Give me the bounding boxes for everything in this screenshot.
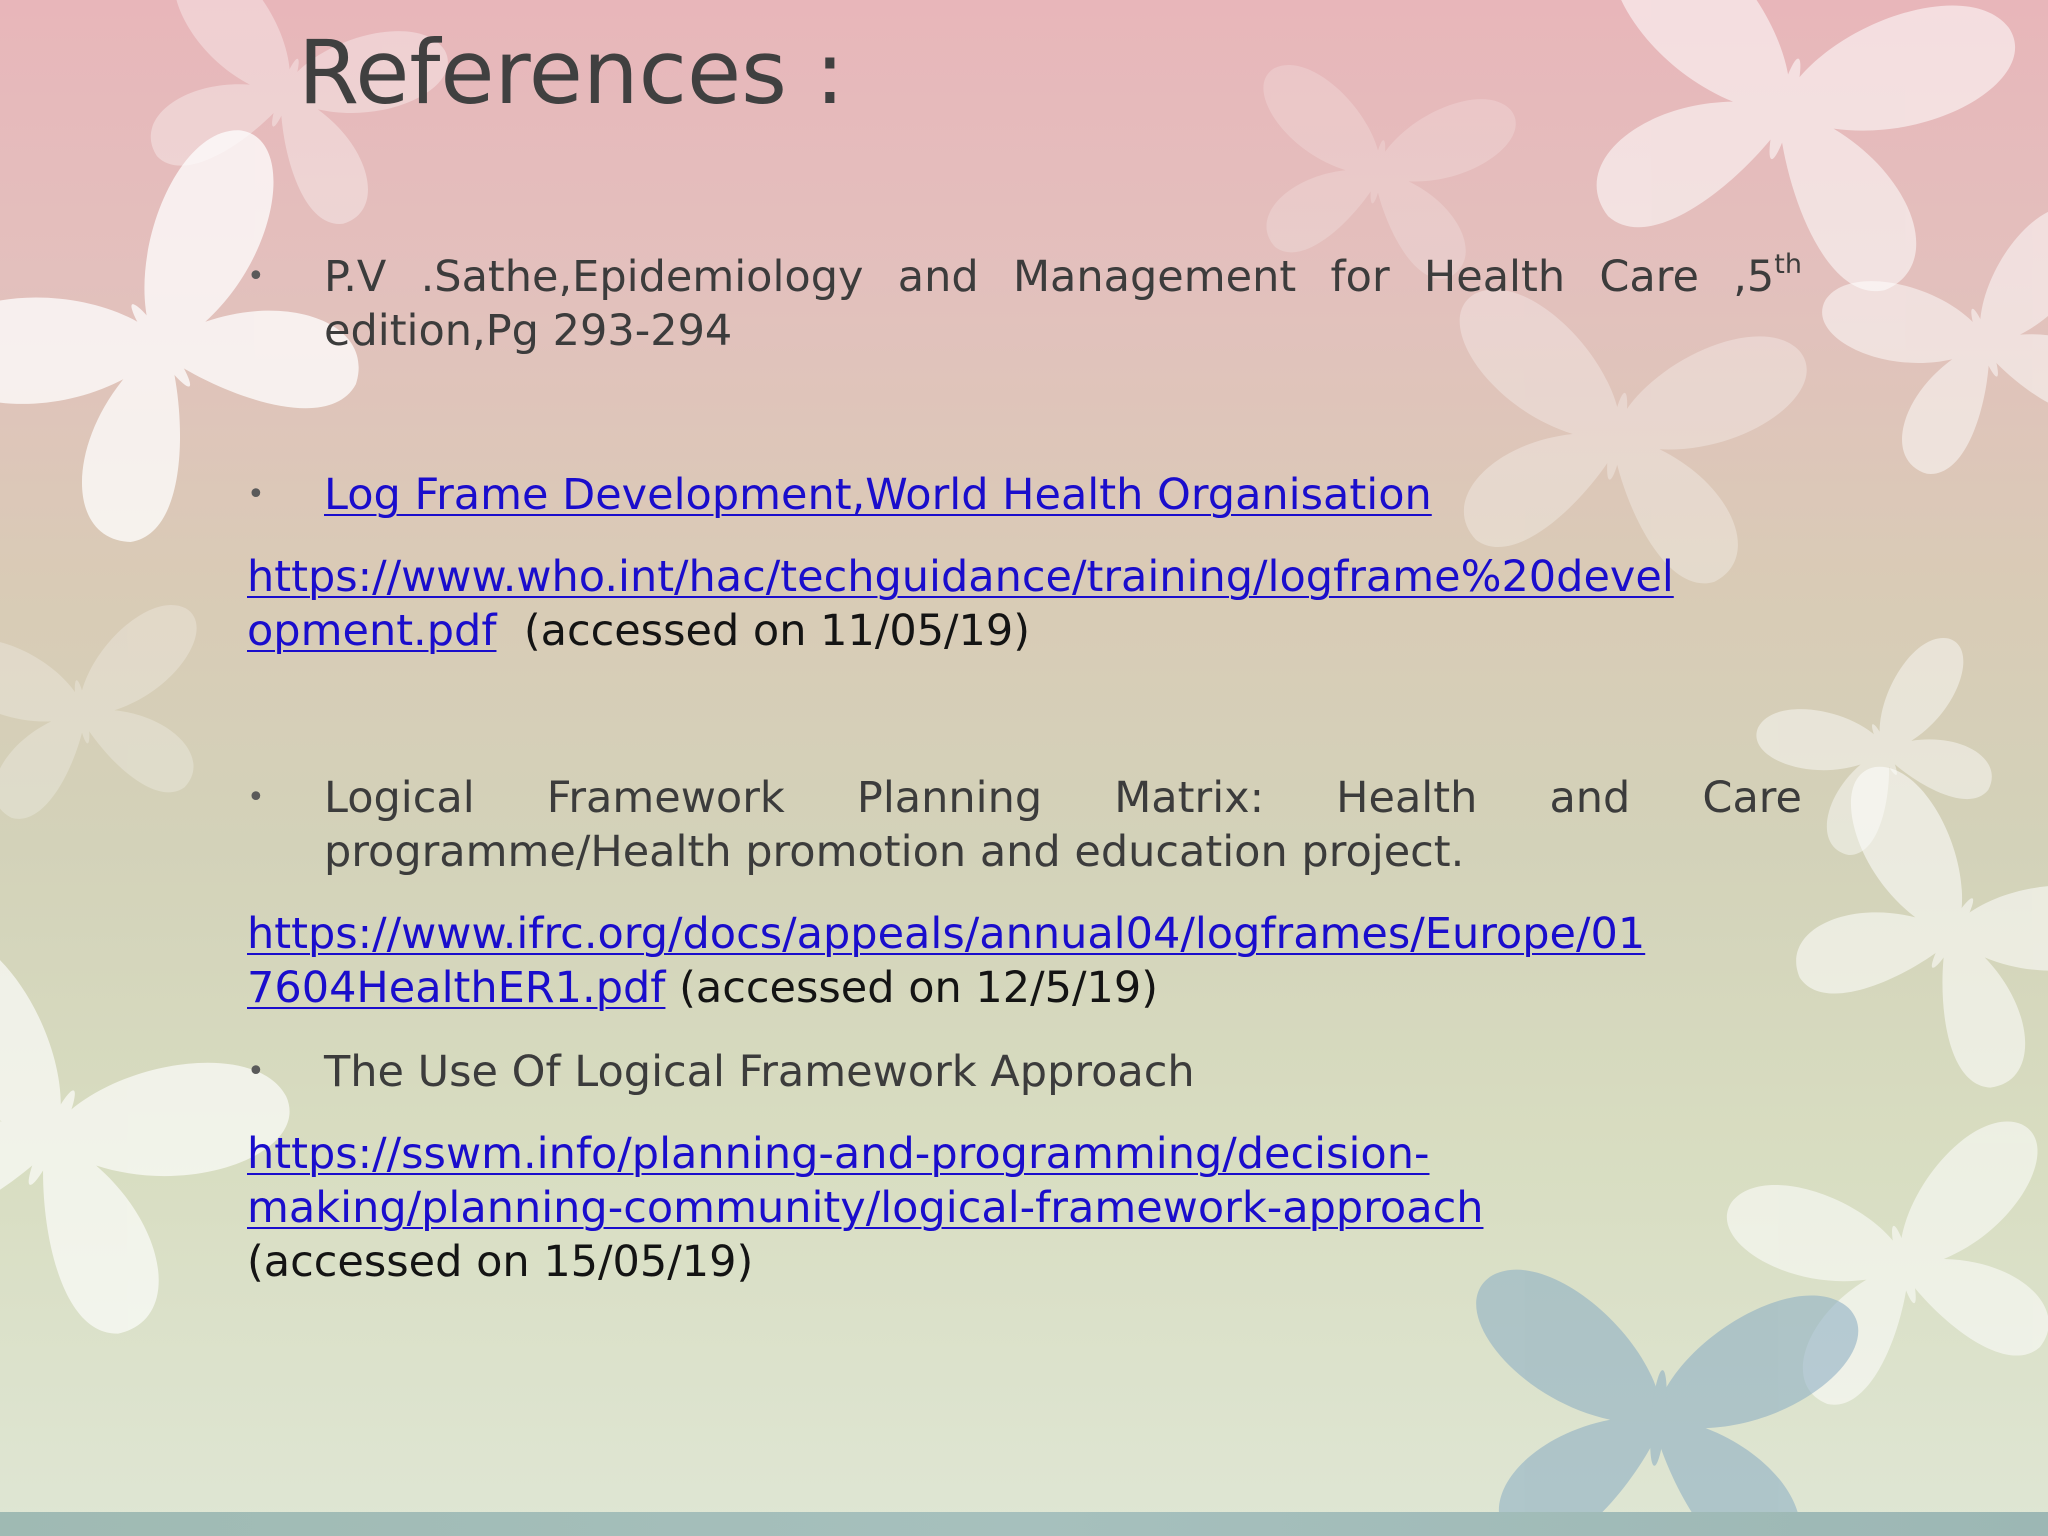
reference-text: P.V .Sathe,Epidemiology and Management f… (324, 252, 1775, 302)
accessed-date: (accessed on 11/05/19) (523, 606, 1031, 656)
reference-text-continued: programme/Health promotion and education… (324, 827, 1465, 877)
ifrc-url-link-cont[interactable]: 7604HealthER1.pdf (247, 963, 665, 1013)
reference-item-who: • Log Frame Development,World Health Org… (247, 468, 1802, 522)
bullet-icon: • (247, 477, 265, 512)
superscript-th: th (1774, 249, 1802, 280)
who-reference-link[interactable]: Log Frame Development,World Health Organ… (324, 470, 1432, 520)
accessed-date: (accessed on 15/05/19) (247, 1237, 754, 1287)
butterfly-background (0, 0, 2048, 1536)
accessed-date: (accessed on 12/5/19) (679, 963, 1158, 1013)
slide-title: References : (298, 21, 845, 124)
reference-item-sathe: • P.V .Sathe,Epidemiology and Management… (247, 250, 1802, 358)
bullet-icon: • (247, 780, 265, 815)
bullet-icon: • (247, 1054, 265, 1089)
ifrc-url-link[interactable]: https://www.ifrc.org/docs/appeals/annual… (247, 909, 1645, 959)
ifrc-url-block: https://www.ifrc.org/docs/appeals/annual… (247, 907, 1802, 1015)
reference-text: The Use Of Logical Framework Approach (324, 1047, 1195, 1097)
reference-text-continued: edition,Pg 293-294 (324, 306, 733, 356)
reference-item-ifrc: • Logical Framework Planning Matrix: Hea… (247, 771, 1802, 879)
sswm-url-link[interactable]: https://sswm.info/planning-and-programmi… (247, 1129, 1430, 1179)
who-url-link-cont[interactable]: opment.pdf (247, 606, 496, 656)
bottom-accent-bar (0, 1512, 2048, 1536)
who-url-block: https://www.who.int/hac/techguidance/tra… (247, 550, 1802, 658)
who-url-link[interactable]: https://www.who.int/hac/techguidance/tra… (247, 552, 1674, 602)
reference-item-sswm: • The Use Of Logical Framework Approach (247, 1045, 1802, 1099)
sswm-url-block: https://sswm.info/planning-and-programmi… (247, 1127, 1802, 1289)
sswm-url-link-cont[interactable]: making/planning-community/logical-framew… (247, 1183, 1483, 1233)
bullet-icon: • (247, 259, 265, 294)
reference-text: Logical Framework Planning Matrix: Healt… (324, 773, 1802, 823)
